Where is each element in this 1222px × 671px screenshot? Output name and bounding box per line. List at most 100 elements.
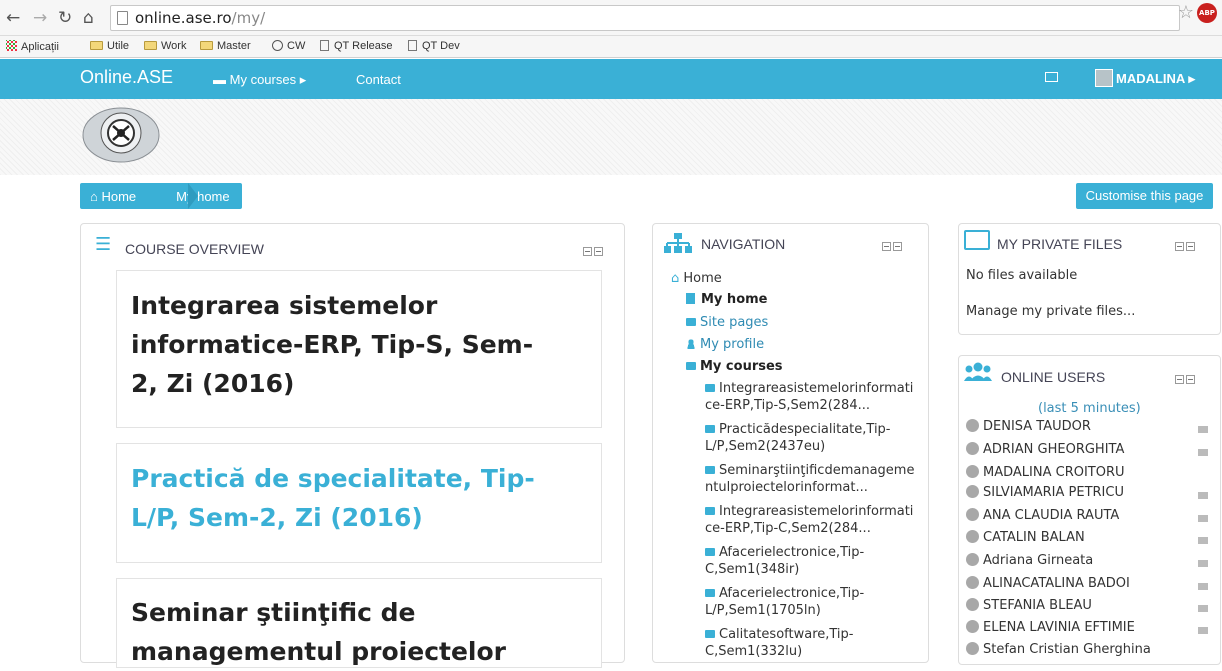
nav-home[interactable]: ⌂ Home <box>671 271 722 286</box>
bookmark-work[interactable]: Work <box>144 40 186 52</box>
course-title-line[interactable]: Practică de specialitate, Tip- <box>131 459 535 498</box>
online-user-name: ADRIAN GHEORGHITA <box>983 442 1125 457</box>
customise-page-button[interactable]: Customise this page <box>1076 183 1213 209</box>
online-user-name: SILVIAMARIA PETRICU <box>983 485 1124 500</box>
bookmark-apps[interactable]: Aplicații <box>6 40 59 53</box>
contact-link[interactable]: Contact <box>356 72 401 87</box>
breadcrumb-home-label: Home <box>101 188 137 204</box>
course-title-line[interactable]: L/P, Sem-2, Zi (2016) <box>131 498 423 537</box>
dock-block-icon[interactable] <box>893 242 902 251</box>
online-user[interactable]: Adriana Girneata <box>966 553 1093 568</box>
page-icon <box>117 11 128 25</box>
navigation-title: NAVIGATION <box>701 236 786 252</box>
nav-my-home[interactable]: My home <box>686 292 768 307</box>
online-user[interactable]: DENISA TAUDOR <box>966 419 1091 434</box>
bookmark-star-icon[interactable]: ☆ <box>1178 2 1194 23</box>
user-avatar-icon <box>966 419 979 432</box>
course-title-line[interactable]: informatice-ERP, Tip-S, Sem- <box>131 325 533 364</box>
message-icon[interactable] <box>1198 560 1208 567</box>
online-user[interactable]: ALINACATALINA BADOI <box>966 576 1130 591</box>
course-link-line: L/P,Sem2(2437eu) <box>705 439 826 454</box>
manage-files-link[interactable]: Manage my private files... <box>966 304 1135 319</box>
bookmark-label: CW <box>287 40 306 52</box>
message-icon[interactable] <box>1198 537 1208 544</box>
course-title-line[interactable]: Seminar ştiinţific de <box>131 593 415 632</box>
nav-course-link[interactable]: Integrareasistemelorinformati ce-ERP,Tip-… <box>705 503 923 537</box>
bookmark-master[interactable]: Master <box>200 40 251 52</box>
message-icon[interactable] <box>1198 515 1208 522</box>
block-controls[interactable] <box>1175 369 1197 384</box>
home-icon[interactable]: ⌂ <box>83 8 94 28</box>
online-user[interactable]: MADALINA CROITORU <box>966 465 1125 480</box>
course-title-line[interactable]: managementul proiectelor <box>131 632 506 671</box>
bookmark-cw[interactable]: CW <box>272 40 305 52</box>
bookmark-qt-release[interactable]: QT Release <box>320 40 393 52</box>
course-link-line: Integrareasistemelorinformati <box>719 381 914 396</box>
nav-course-link[interactable]: Practicădespecialitate,Tip- L/P,Sem2(2437… <box>705 421 923 455</box>
user-avatar-icon <box>966 485 979 498</box>
nav-course-link[interactable]: Afacerielectronice,Tip- L/P,Sem1(1705ln) <box>705 585 923 619</box>
message-icon[interactable] <box>1198 426 1208 433</box>
online-users-title: ONLINE USERS <box>1001 369 1106 385</box>
online-user[interactable]: SILVIAMARIA PETRICU <box>966 485 1124 500</box>
message-icon[interactable] <box>1198 605 1208 612</box>
message-icon[interactable] <box>1198 449 1208 456</box>
online-user[interactable]: STEFANIA BLEAU <box>966 598 1092 613</box>
page-header <box>0 99 1222 175</box>
my-courses-menu[interactable]: ▬ My courses ▸ <box>213 72 306 88</box>
private-files-title: MY PRIVATE FILES <box>997 236 1123 252</box>
message-icon[interactable] <box>1198 627 1208 634</box>
block-controls[interactable] <box>583 241 605 256</box>
user-name: MADALINA <box>1116 71 1185 86</box>
course-card: Practică de specialitate, Tip- L/P, Sem-… <box>116 443 602 563</box>
list-icon: ☰ <box>95 234 112 255</box>
block-controls[interactable] <box>1175 236 1197 251</box>
user-avatar-icon <box>966 530 979 543</box>
course-title-line[interactable]: 2, Zi (2016) <box>131 364 294 403</box>
reload-icon[interactable]: ↻ <box>58 8 72 28</box>
envelope-icon[interactable] <box>1045 72 1058 82</box>
site-navbar: Online.ASE ▬ My courses ▸ Contact MADALI… <box>0 59 1222 99</box>
site-brand[interactable]: Online.ASE <box>80 67 173 88</box>
user-menu[interactable]: MADALINA ▸ <box>1095 69 1195 87</box>
dock-block-icon[interactable] <box>1186 242 1195 251</box>
online-user[interactable]: ELENA LAVINIA EFTIMIE <box>966 620 1135 635</box>
page-icon <box>408 40 417 51</box>
hide-block-icon[interactable] <box>583 247 592 256</box>
back-arrow-icon[interactable]: ← <box>6 8 20 28</box>
forward-arrow-icon[interactable]: → <box>33 8 47 28</box>
course-link-line: Afacerielectronice,Tip- <box>719 586 865 601</box>
online-user[interactable]: ANA CLAUDIA RAUTA <box>966 508 1119 523</box>
nav-course-link[interactable]: Afacerielectronice,Tip- C,Sem1(348ir) <box>705 544 923 578</box>
message-icon[interactable] <box>1198 583 1208 590</box>
my-courses-label: My courses <box>229 72 297 87</box>
hide-block-icon[interactable] <box>1175 242 1184 251</box>
message-icon[interactable] <box>1198 492 1208 499</box>
online-user[interactable]: ADRIAN GHEORGHITA <box>966 442 1124 457</box>
home-icon: ⌂ <box>671 271 684 286</box>
nav-course-link[interactable]: Integrareasistemelorinformati ce-ERP,Tip-… <box>705 380 923 414</box>
nav-my-courses[interactable]: My courses <box>686 359 783 374</box>
online-user-name: DENISA TAUDOR <box>983 419 1091 434</box>
nav-my-profile[interactable]: My profile <box>686 337 764 352</box>
online-user[interactable]: CATALIN BALAN <box>966 530 1085 545</box>
user-avatar-icon <box>966 553 979 566</box>
hide-block-icon[interactable] <box>882 242 891 251</box>
breadcrumb-home[interactable]: ⌂ Home <box>80 189 164 204</box>
nav-site-pages[interactable]: Site pages <box>686 315 768 330</box>
block-controls[interactable] <box>882 236 904 251</box>
course-link-line: ntulproiectelorinformat... <box>705 480 868 495</box>
adblock-icon[interactable]: ABP <box>1197 3 1217 23</box>
breadcrumb-current[interactable]: My home <box>164 189 241 204</box>
no-files-text: No files available <box>966 268 1078 283</box>
nav-course-link[interactable]: Seminarştiinţificdemanageme ntulproiectel… <box>705 462 923 496</box>
dock-block-icon[interactable] <box>1186 375 1195 384</box>
address-bar[interactable]: online.ase.ro/my/ <box>110 5 1180 31</box>
dock-block-icon[interactable] <box>594 247 603 256</box>
course-title-line[interactable]: Integrarea sistemelor <box>131 286 437 325</box>
hide-block-icon[interactable] <box>1175 375 1184 384</box>
bookmark-utile[interactable]: Utile <box>90 40 129 52</box>
folder-icon <box>705 630 715 638</box>
bookmark-qt-dev[interactable]: QT Dev <box>408 40 460 52</box>
folder-icon <box>686 318 696 326</box>
